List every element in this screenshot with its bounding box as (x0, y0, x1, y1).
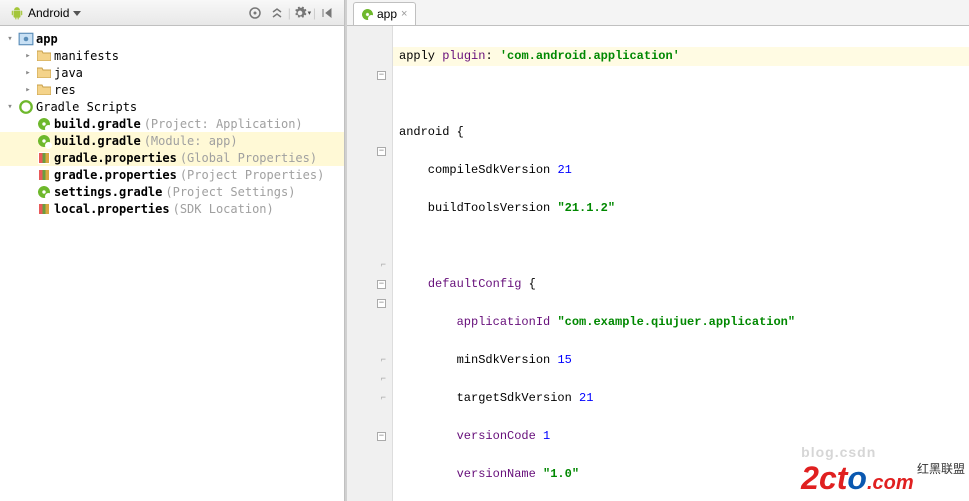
properties-icon (38, 169, 50, 181)
tree-node-build-gradle-project[interactable]: build.gradle(Project: Application) (0, 115, 344, 132)
fold-end-icon: ⌐ (381, 370, 386, 389)
project-tree: ▾app ▸manifests ▸java ▸res ▾Gradle Scrip… (0, 26, 344, 501)
editor-tabs: app × (347, 0, 969, 26)
tree-node-app[interactable]: ▾app (0, 30, 344, 47)
fold-end-icon: ⌐ (381, 389, 386, 408)
code-editor[interactable]: − − ⌐ − − ⌐ ⌐ ⌐ − apply plugin: 'com.and… (347, 26, 969, 501)
project-toolbar: Android | ▾ | (0, 0, 344, 26)
properties-icon (38, 152, 50, 164)
tree-node-settings-gradle[interactable]: settings.gradle(Project Settings) (0, 183, 344, 200)
collapse-all-button[interactable] (266, 2, 288, 24)
tree-node-local-properties[interactable]: local.properties(SDK Location) (0, 200, 344, 217)
scroll-to-source-button[interactable] (244, 2, 266, 24)
fold-end-icon: ⌐ (381, 351, 386, 370)
editor-tab[interactable]: app × (353, 2, 416, 25)
tree-node-build-gradle-module[interactable]: build.gradle(Module: app) (0, 132, 344, 149)
hide-panel-button[interactable] (316, 2, 338, 24)
fold-minus-icon[interactable]: − (377, 432, 386, 441)
tree-node-gradle-scripts[interactable]: ▾Gradle Scripts (0, 98, 344, 115)
tree-node-manifests[interactable]: ▸manifests (0, 47, 344, 64)
fold-end-icon: ⌐ (381, 256, 386, 275)
tab-label: app (377, 7, 397, 21)
tree-node-gradle-props-global[interactable]: gradle.properties(Global Properties) (0, 149, 344, 166)
view-selector[interactable]: Android (6, 4, 87, 22)
project-panel: Android | ▾ | ▾app ▸manifests ▸java ▸res… (0, 0, 345, 501)
editor-gutter: − − ⌐ − − ⌐ ⌐ ⌐ − (347, 26, 393, 501)
gradle-icon (38, 135, 50, 147)
fold-minus-icon[interactable]: − (377, 147, 386, 156)
fold-minus-icon[interactable]: − (377, 280, 386, 289)
view-selector-label: Android (28, 6, 69, 20)
settings-button[interactable]: ▾ (291, 2, 313, 24)
fold-minus-icon[interactable]: − (377, 299, 386, 308)
gradle-icon (38, 186, 50, 198)
properties-icon (38, 203, 50, 215)
tree-node-res[interactable]: ▸res (0, 81, 344, 98)
tree-node-gradle-props-project[interactable]: gradle.properties(Project Properties) (0, 166, 344, 183)
editor-panel: app × − − ⌐ − − ⌐ ⌐ ⌐ − appl (347, 0, 969, 501)
fold-minus-icon[interactable]: − (377, 71, 386, 80)
gradle-icon (38, 118, 50, 130)
code-area[interactable]: apply plugin: 'com.android.application' … (393, 26, 969, 501)
android-icon (10, 6, 24, 20)
gradle-icon (362, 9, 373, 20)
tree-node-java[interactable]: ▸java (0, 64, 344, 81)
close-icon[interactable]: × (401, 8, 407, 20)
